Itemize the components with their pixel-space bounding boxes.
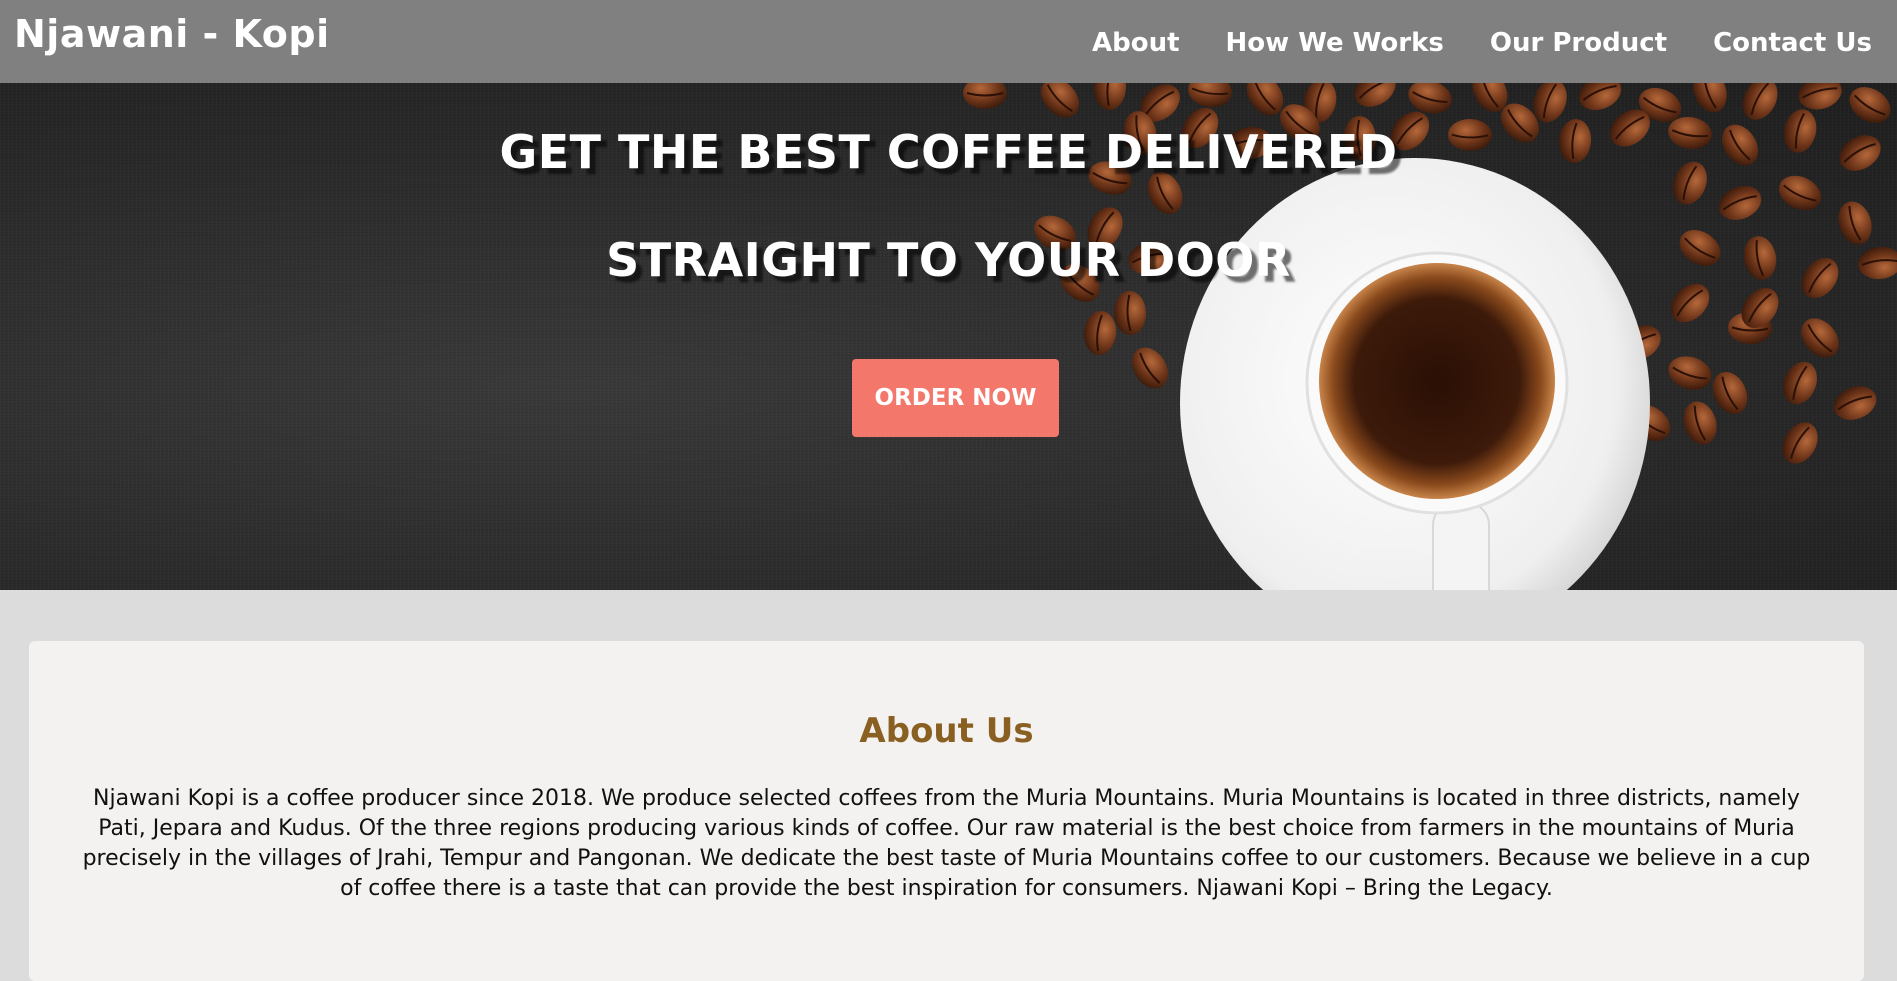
about-title: About Us bbox=[859, 711, 1034, 751]
nav-link-our-product[interactable]: Our Product bbox=[1490, 28, 1667, 58]
coffee-bean bbox=[1113, 291, 1147, 335]
coffee-bean bbox=[1801, 318, 1839, 358]
coffee-surface-shape bbox=[1319, 263, 1555, 499]
coffee-bean bbox=[1718, 186, 1762, 220]
brand-logo[interactable]: Njawani - Kopi bbox=[14, 12, 330, 56]
coffee-bean bbox=[1040, 83, 1080, 118]
navbar: Njawani - Kopi About How We Works Our Pr… bbox=[0, 0, 1897, 83]
coffee-bean bbox=[1849, 87, 1891, 123]
coffee-bean bbox=[1093, 83, 1127, 110]
nav-link-about[interactable]: About bbox=[1092, 28, 1180, 58]
coffee-bean bbox=[963, 83, 1007, 109]
nav-links: About How We Works Our Product Contact U… bbox=[1092, 28, 1872, 58]
coffee-bean bbox=[1132, 347, 1168, 389]
hero-title-line2: STRAIGHT TO YOUR DOOR bbox=[606, 233, 1291, 287]
about-description: Njawani Kopi is a coffee producer since … bbox=[82, 786, 1811, 901]
coffee-bean bbox=[1188, 83, 1232, 108]
coffee-bean bbox=[1783, 361, 1817, 405]
coffee-bean bbox=[1354, 83, 1396, 107]
coffee-bean bbox=[1693, 83, 1727, 113]
hero-banner: GET THE BEST COFFEE DELIVERED STRAIGHT T… bbox=[0, 83, 1897, 590]
cup-handle-shape bbox=[1432, 502, 1490, 590]
coffee-bean bbox=[1668, 356, 1712, 390]
order-now-button[interactable]: ORDER NOW bbox=[852, 359, 1059, 437]
nav-link-contact-us[interactable]: Contact Us bbox=[1713, 28, 1872, 58]
nav-link-how-we-works[interactable]: How We Works bbox=[1226, 28, 1444, 58]
coffee-bean bbox=[1712, 371, 1748, 415]
coffee-bean bbox=[1083, 311, 1117, 355]
coffee-bean bbox=[1683, 401, 1717, 445]
about-section: About Us Njawani Kopi is a coffee produc… bbox=[29, 641, 1864, 981]
coffee-bean bbox=[1578, 83, 1622, 111]
hero-title-line1: GET THE BEST COFFEE DELIVERED bbox=[499, 125, 1398, 179]
coffee-bean bbox=[1742, 83, 1778, 120]
coffee-bean bbox=[1833, 386, 1877, 420]
coffee-bean bbox=[1782, 422, 1818, 464]
